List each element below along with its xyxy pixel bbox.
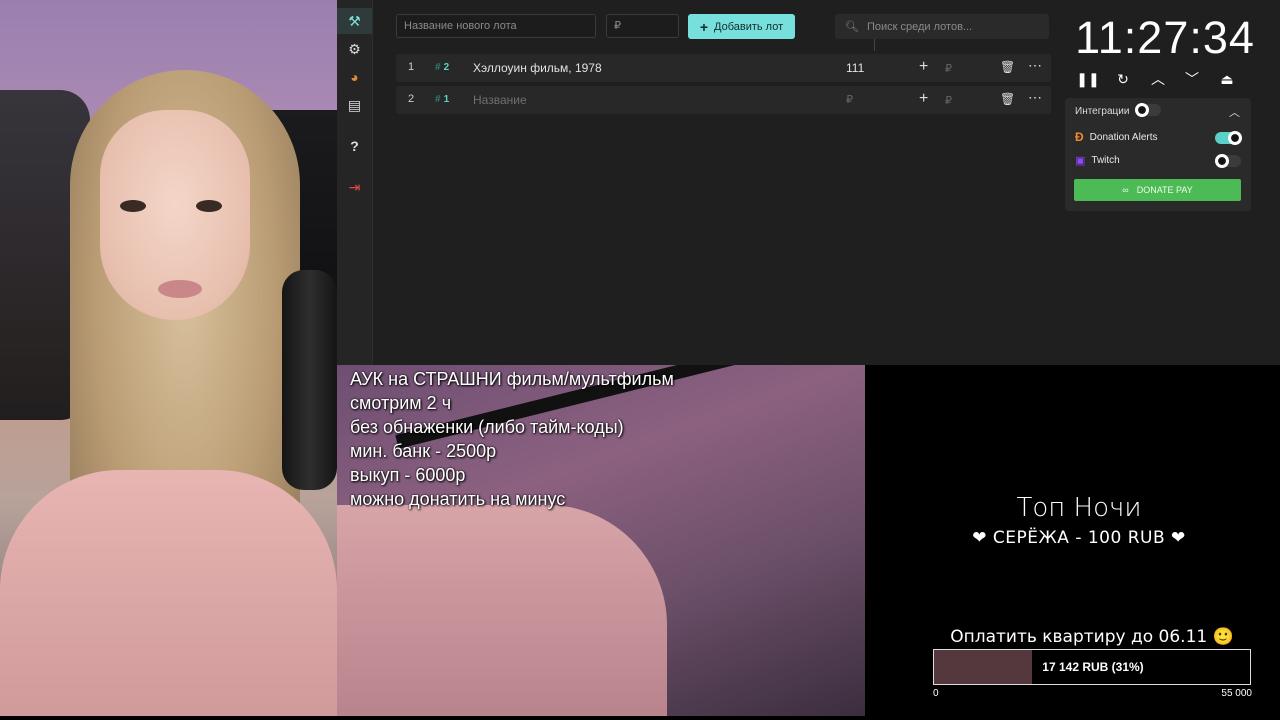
twitch-icon: ▣ [1075, 155, 1086, 167]
streamer-eye-right [196, 200, 222, 212]
rule-line: без обнаженки (либо тайм-коды) [350, 417, 624, 437]
lot-tag-number: 2 [443, 62, 450, 73]
integrations-panel: Интеграции ︿ Ð Donation Alerts ▣ Twitch … [1065, 98, 1251, 211]
chevron-up-icon[interactable]: ︿ [1229, 104, 1240, 120]
lot-amount[interactable]: 111 [846, 61, 864, 75]
lot-amount[interactable]: ₽ [846, 93, 853, 106]
lot-tag-number: 1 [443, 94, 450, 105]
help-icon[interactable]: ? [337, 133, 372, 159]
lot-index: 2 [408, 93, 415, 105]
integration-row-donation-alerts: Ð Donation Alerts [1075, 130, 1158, 144]
donate-pay-label: DONATE PAY [1136, 185, 1193, 195]
trash-icon[interactable]: 🗑︎ [1000, 92, 1015, 106]
eject-icon[interactable]: ⏏ [1216, 68, 1238, 90]
add-lot-button[interactable]: + Добавить лот [688, 14, 795, 39]
lot-name[interactable]: Название [473, 93, 527, 107]
hash-icon: # [435, 94, 441, 105]
goal-title: Оплатить квартиру до 06.11 🙂 [950, 627, 1234, 647]
streamer-sleeve [337, 505, 667, 716]
lot-name[interactable]: Хэллоуин фильм, 1978 [473, 61, 602, 75]
integration-name: Twitch [1091, 155, 1120, 166]
lot-row[interactable]: 2 #1 Название ₽ + ₽ 🗑︎ ⋯ [396, 86, 1051, 114]
more-icon[interactable]: ⋯ [1028, 89, 1043, 106]
integrations-toggle[interactable] [1135, 103, 1161, 117]
goal-progress-bar: 17 142 RUB (31%) [933, 649, 1251, 685]
pie-chart-icon[interactable]: ◕ [337, 64, 372, 90]
stream-rules-overlay: АУК на СТРАШНИ фильм/мультфильм смотрим … [350, 367, 860, 511]
chevron-down-icon[interactable]: ﹀ [1181, 68, 1203, 90]
trash-icon[interactable]: 🗑︎ [1000, 60, 1015, 74]
rule-line: мин. банк - 2500р [350, 441, 497, 461]
new-lot-price-input[interactable]: ₽ [606, 14, 679, 38]
lot-row[interactable]: 1 #2 Хэллоуин фильм, 1978 111 + ₽ 🗑︎ ⋯ [396, 54, 1051, 82]
donate-pay-icon: ∞ [1122, 185, 1129, 195]
lot-tag: #2 [435, 62, 449, 73]
rule-line: можно донатить на минус [350, 489, 566, 509]
add-amount-icon[interactable]: + [919, 58, 928, 76]
gear-icon[interactable]: ⚙ [337, 36, 372, 62]
timer-panel: 11:27:34 ❚❚ ↻ ︿ ﹀ ⏏ [1057, 0, 1280, 100]
logout-icon[interactable]: ⇥ [337, 174, 372, 200]
clipboard-icon[interactable]: ▤ [337, 92, 372, 118]
search-placeholder: Поиск среди лотов... [866, 20, 973, 33]
top-night-title: Топ Ночи [1016, 493, 1142, 523]
lot-tag: #1 [435, 94, 449, 105]
integrations-title: Интеграции [1075, 106, 1130, 117]
sidebar: ⚒ ⚙ ◕ ▤ ? ⇥ [337, 0, 373, 365]
donation-alerts-toggle[interactable] [1215, 131, 1242, 145]
microphone [282, 270, 337, 490]
top-night-donor: ❤ СЕРЁЖА - 100 RUB ❤ [972, 528, 1186, 548]
integration-row-twitch: ▣ Twitch [1075, 154, 1120, 167]
twitch-toggle[interactable] [1215, 154, 1241, 168]
new-lot-name-input[interactable]: Название нового лота [396, 14, 596, 38]
pause-icon[interactable]: ❚❚ [1076, 68, 1099, 90]
plus-icon: + [699, 18, 709, 35]
timer-display: 11:27:34 [1075, 12, 1255, 63]
gavel-icon[interactable]: ⚒ [337, 8, 372, 34]
rule-line: смотрим 2 ч [350, 393, 452, 413]
donate-pay-button[interactable]: ∞ DONATE PAY [1074, 179, 1241, 201]
lot-index: 1 [408, 61, 415, 73]
streamer-body [0, 470, 337, 720]
restart-icon[interactable]: ↻ [1112, 68, 1134, 90]
integration-name: Donation Alerts [1089, 131, 1158, 143]
goal-min: 0 [933, 688, 939, 699]
add-amount-icon[interactable]: + [919, 90, 928, 108]
chevron-up-icon[interactable]: ︿ [1147, 68, 1169, 90]
rule-line: выкуп - 6000р [350, 465, 466, 485]
streamer-lips [158, 280, 202, 298]
webcam-video-left [0, 0, 337, 720]
search-icon: 🔍︎ [845, 21, 859, 33]
add-lot-label: Добавить лот [714, 20, 784, 33]
hash-icon: # [435, 62, 441, 73]
lot-add-amount-input[interactable]: ₽ [945, 94, 952, 107]
lots-list: 1 #2 Хэллоуин фильм, 1978 111 + ₽ 🗑︎ ⋯ 2… [396, 54, 1051, 118]
search-input[interactable]: 🔍︎ Поиск среди лотов... [835, 14, 1049, 39]
more-icon[interactable]: ⋯ [1028, 57, 1043, 74]
lot-add-amount-input[interactable]: ₽ [945, 62, 952, 75]
goal-max: 55 000 [1221, 688, 1252, 699]
goal-progress-label: 17 142 RUB (31%) [1042, 660, 1144, 674]
bottom-strip [0, 716, 1280, 720]
streamer-eye-left [120, 200, 146, 212]
donation-alerts-icon: Ð [1075, 130, 1084, 144]
rule-line: АУК на СТРАШНИ фильм/мультфильм [350, 369, 674, 389]
